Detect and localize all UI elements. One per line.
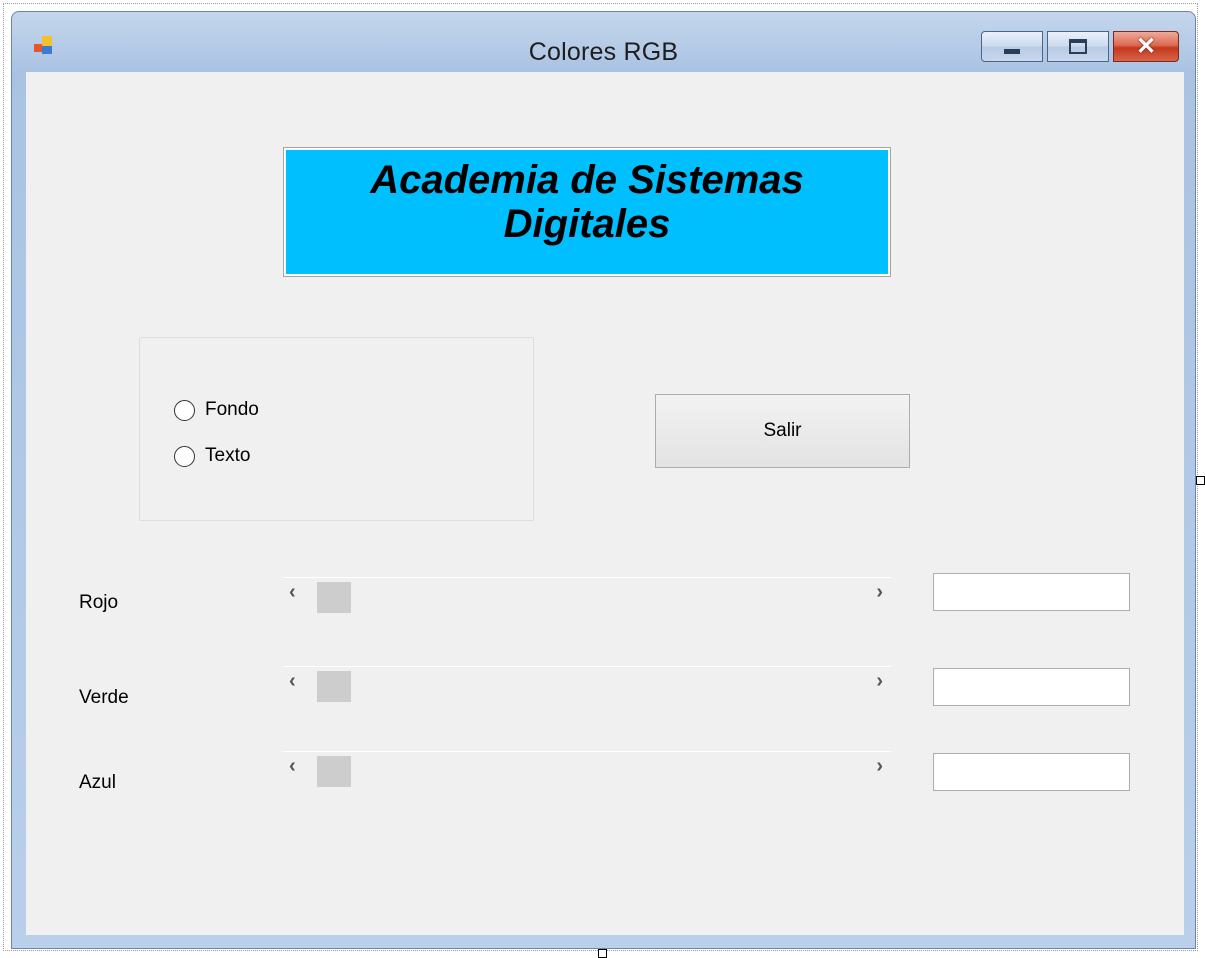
title-banner: Academia de Sistemas Digitales	[283, 147, 891, 277]
textbox-azul[interactable]	[933, 753, 1130, 791]
close-icon: ✕	[1135, 32, 1157, 60]
maximize-icon	[1069, 39, 1087, 54]
scroll-right-icon[interactable]: ›	[876, 755, 883, 778]
resize-handle-right[interactable]	[1196, 476, 1205, 485]
textbox-rojo[interactable]	[933, 573, 1130, 611]
scrollbar-rojo[interactable]: ‹ ›	[283, 577, 891, 615]
close-button[interactable]: ✕	[1113, 31, 1179, 62]
radio-fondo-label: Fondo	[205, 399, 259, 420]
scroll-thumb[interactable]	[317, 671, 351, 702]
textbox-verde[interactable]	[933, 668, 1130, 706]
scroll-left-icon[interactable]: ‹	[289, 755, 296, 778]
maximize-button[interactable]	[1047, 31, 1109, 62]
scroll-thumb[interactable]	[317, 582, 351, 613]
scroll-right-icon[interactable]: ›	[876, 670, 883, 693]
radio-button-circle[interactable]	[174, 399, 195, 421]
radio-texto[interactable]: Texto	[174, 444, 250, 468]
banner-line-1: Academia de Sistemas	[370, 158, 804, 202]
banner-line-2: Digitales	[503, 202, 671, 246]
resize-handle-bottom[interactable]	[598, 949, 607, 958]
label-rojo: Rojo	[79, 592, 119, 613]
scrollbar-azul[interactable]: ‹ ›	[283, 751, 891, 789]
scroll-thumb[interactable]	[317, 756, 351, 787]
label-verde: Verde	[79, 687, 129, 708]
minimize-button[interactable]	[981, 31, 1043, 62]
target-groupbox	[139, 337, 534, 521]
scroll-left-icon[interactable]: ‹	[289, 581, 296, 604]
radio-texto-label: Texto	[205, 445, 251, 466]
minimize-icon	[1004, 49, 1020, 54]
label-azul: Azul	[79, 772, 116, 793]
scroll-right-icon[interactable]: ›	[876, 581, 883, 604]
scroll-left-icon[interactable]: ‹	[289, 670, 296, 693]
radio-button-circle[interactable]	[174, 445, 195, 467]
scrollbar-verde[interactable]: ‹ ›	[283, 666, 891, 704]
exit-button[interactable]: Salir	[655, 394, 910, 468]
radio-fondo[interactable]: Fondo	[174, 398, 259, 422]
